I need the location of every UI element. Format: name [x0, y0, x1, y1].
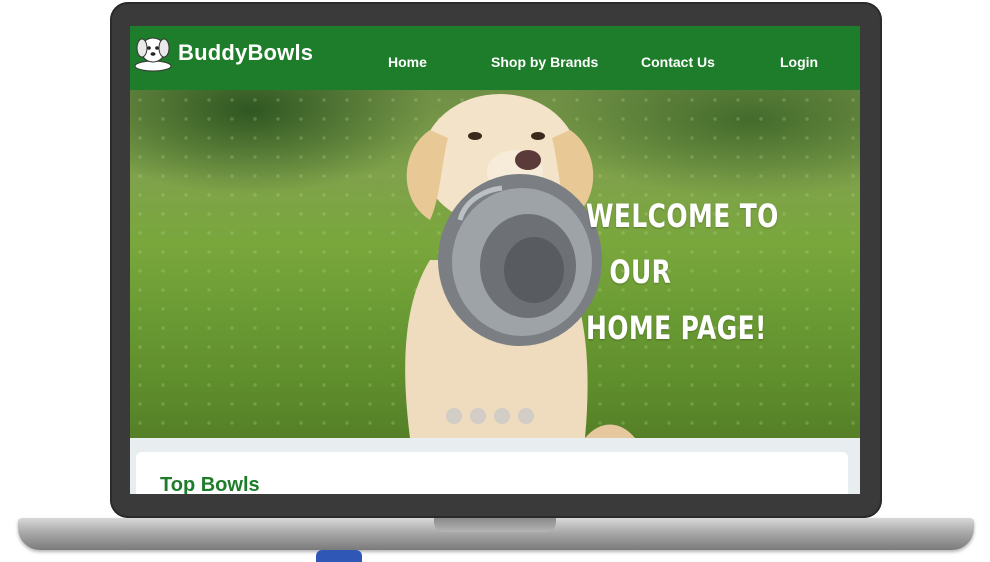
laptop-hinge-notch [434, 518, 556, 532]
section-title: Top Bowls [160, 474, 260, 494]
laptop-mockup: BuddyBowls Home Shop by Brands Contact U… [0, 0, 990, 562]
brand-name: BuddyBowls [178, 40, 314, 65]
hero-welcome-text: WELCOME TO OUR HOME PAGE! [586, 188, 779, 356]
carousel-dot-3[interactable] [494, 408, 510, 424]
nav-home[interactable]: Home [388, 54, 427, 70]
nav-shop-by-brands[interactable]: Shop by Brands [491, 54, 598, 70]
website-screen: BuddyBowls Home Shop by Brands Contact U… [130, 26, 860, 494]
nav-contact-us[interactable]: Contact Us [641, 54, 715, 70]
bowl-peek [316, 550, 362, 562]
carousel-dot-1[interactable] [446, 408, 462, 424]
top-navbar: BuddyBowls Home Shop by Brands Contact U… [130, 26, 860, 90]
hero-line-2: OUR [609, 253, 672, 291]
brand[interactable]: BuddyBowls [132, 34, 313, 72]
hero-carousel: WELCOME TO OUR HOME PAGE! [130, 90, 860, 438]
dog-logo-icon [132, 34, 174, 72]
carousel-dot-2[interactable] [470, 408, 486, 424]
hero-line-1: WELCOME TO [586, 197, 779, 235]
carousel-indicators [446, 408, 534, 424]
top-bowls-section: Top Bowls [136, 452, 848, 494]
hero-line-3: HOME PAGE! [586, 309, 767, 347]
nav-login[interactable]: Login [780, 54, 818, 70]
carousel-dot-4[interactable] [518, 408, 534, 424]
